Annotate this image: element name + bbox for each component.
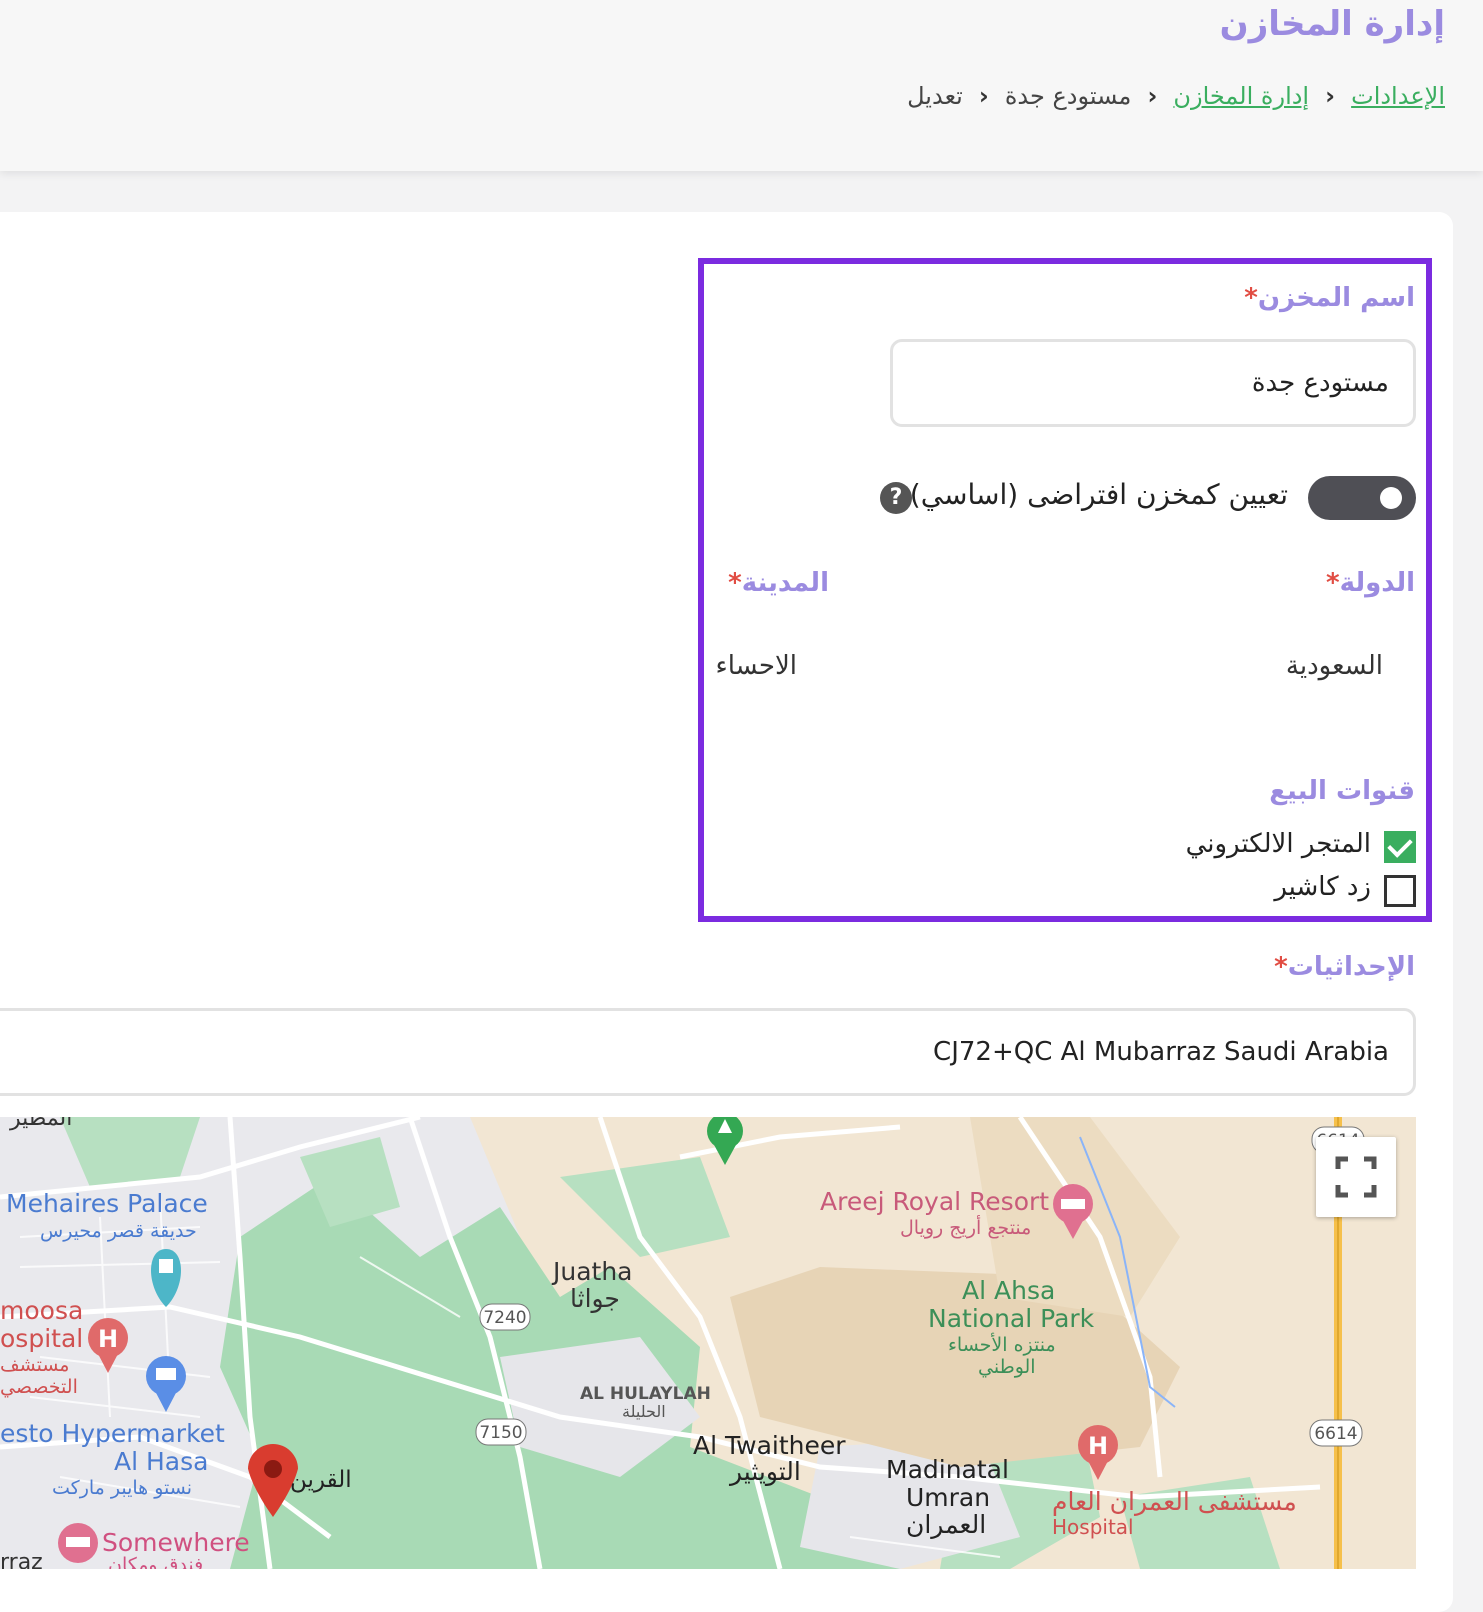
map-label-hospital-en: ospital	[0, 1324, 83, 1353]
road-7150-text: 7150	[479, 1423, 522, 1443]
map-label-mehaires-ar: حديقة قصر محيرس	[40, 1220, 197, 1242]
required-mark: *	[1326, 568, 1340, 598]
breadcrumb-settings-link[interactable]: الإعدادات	[1351, 82, 1445, 110]
channel-online-store-checkbox[interactable]	[1384, 831, 1416, 863]
coordinates-label-text: الإحداثيات	[1287, 952, 1415, 982]
help-icon[interactable]: ?	[880, 482, 912, 514]
map-label-umran-en2: Umran	[906, 1483, 990, 1512]
map-label-juatha-ar: جواثا	[570, 1284, 620, 1313]
map-label-umran-ar: العمران	[906, 1510, 986, 1539]
coordinates-label: الإحداثيات*	[1274, 952, 1415, 982]
channel-cashier-checkbox[interactable]	[1384, 875, 1416, 907]
warehouse-name-label-text: اسم المخزن	[1257, 283, 1415, 313]
required-mark: *	[1244, 283, 1258, 313]
map-label-hyper-ar: نستو هايبر ماركت	[52, 1477, 192, 1499]
hotel-poi-icon[interactable]	[58, 1523, 98, 1563]
country-label: الدولة*	[1326, 568, 1415, 598]
fullscreen-icon	[1335, 1156, 1377, 1198]
page-title: إدارة المخازن	[1219, 4, 1445, 44]
required-mark: *	[728, 568, 742, 598]
svg-text:H: H	[1088, 1432, 1108, 1460]
toggle-knob	[1380, 487, 1402, 509]
breadcrumb-edit: تعديل	[907, 82, 963, 110]
breadcrumb-current: مستودع جدة	[1004, 82, 1132, 110]
default-warehouse-label: تعيين كمخزن افتراضى (اساسي)	[909, 478, 1288, 511]
map-label-moosa-en: moosa	[0, 1296, 83, 1325]
map-label-hulaylah-ar: الحليلة	[622, 1402, 666, 1421]
coordinates-input[interactable]: CJ72+QC Al Mubarraz Saudi Arabia	[0, 1008, 1416, 1096]
map-label-raz: rraz	[0, 1550, 43, 1569]
road-7240-text: 7240	[483, 1308, 526, 1328]
warehouse-name-label: اسم المخزن*	[1244, 283, 1415, 313]
map-label-hyper-en1: esto Hypermarket	[0, 1419, 225, 1448]
map-label-park-en1: Al Ahsa	[962, 1276, 1055, 1305]
required-mark: *	[1274, 952, 1288, 982]
coordinates-value: CJ72+QC Al Mubarraz Saudi Arabia	[933, 1037, 1389, 1067]
breadcrumb-warehouses-link[interactable]: إدارة المخازن	[1173, 82, 1309, 110]
map-label-twaitheer-ar: التويثير	[728, 1457, 801, 1486]
map-label-somewhere-ar: فندق ومكان	[108, 1554, 203, 1569]
map-label-umran-en1: Madinatal	[886, 1455, 1009, 1484]
svg-text:H: H	[98, 1325, 118, 1353]
map-label-twaitheer-en: Al Twaitheer	[693, 1431, 846, 1460]
location-map[interactable]: H H 7240 7150 6614 المطير Mehaires Palac…	[0, 1117, 1416, 1569]
check-icon	[1387, 832, 1413, 858]
road-shield-7150: 7150	[475, 1418, 527, 1446]
country-label-text: الدولة	[1339, 568, 1415, 598]
warehouse-name-input[interactable]: مستودع جدة	[890, 339, 1416, 427]
warehouse-name-value: مستودع جدة	[1251, 368, 1389, 398]
channel-online-store-label: المتجر الالكتروني	[1185, 829, 1371, 859]
map-label-alqurain: القرين	[290, 1467, 352, 1493]
road-shield-6614: 6614	[1309, 1419, 1363, 1447]
map-label-juatha-en: Juatha	[551, 1257, 633, 1286]
map-label-areej-en: Areej Royal Resort	[820, 1187, 1049, 1216]
sales-channels-label: قنوات البيع	[1269, 776, 1415, 806]
country-select[interactable]: السعودية	[1286, 651, 1383, 681]
city-select[interactable]: الاحساء	[716, 651, 797, 681]
chevron-left-icon: ‹	[978, 82, 989, 110]
map-label-mehaires-en: Mehaires Palace	[6, 1189, 208, 1218]
map-canvas[interactable]: H H 7240 7150 6614 المطير Mehaires Palac…	[0, 1117, 1416, 1569]
map-label-hyper-en2: Al Hasa	[114, 1447, 208, 1476]
map-label-park-ar2: الوطني	[978, 1356, 1036, 1378]
map-label-hosp-ar: مستشفى العمران العام	[1052, 1487, 1297, 1516]
map-label-park-en2: National Park	[928, 1304, 1095, 1333]
breadcrumb: الإعدادات ‹ إدارة المخازن ‹ مستودع جدة ‹…	[907, 82, 1445, 110]
city-label-text: المدينة	[741, 568, 829, 598]
road-shield-7240: 7240	[479, 1303, 531, 1331]
channel-cashier-label: زد كاشير	[1274, 872, 1371, 902]
map-label-somewhere: Somewhere	[102, 1528, 250, 1557]
chevron-left-icon: ‹	[1147, 82, 1158, 110]
map-label-moosa-ar2: التخصصي	[0, 1376, 78, 1398]
map-label-top-left: المطير	[9, 1117, 72, 1131]
chevron-left-icon: ‹	[1325, 82, 1336, 110]
map-fullscreen-button[interactable]	[1316, 1137, 1396, 1217]
map-label-hosp-en: Hospital	[1052, 1515, 1134, 1539]
map-label-moosa-ar1: مستشف	[0, 1354, 69, 1376]
road-6614-text: 6614	[1314, 1424, 1357, 1444]
page-header: إدارة المخازن الإعدادات ‹ إدارة المخازن …	[0, 0, 1483, 171]
city-label: المدينة*	[728, 568, 829, 598]
default-warehouse-toggle[interactable]	[1308, 476, 1416, 520]
map-label-hulaylah-en: AL HULAYLAH	[580, 1384, 711, 1404]
map-label-areej-ar: منتجع أريج رويال	[900, 1215, 1031, 1239]
map-label-park-ar1: منتزه الأحساء	[948, 1333, 1056, 1356]
